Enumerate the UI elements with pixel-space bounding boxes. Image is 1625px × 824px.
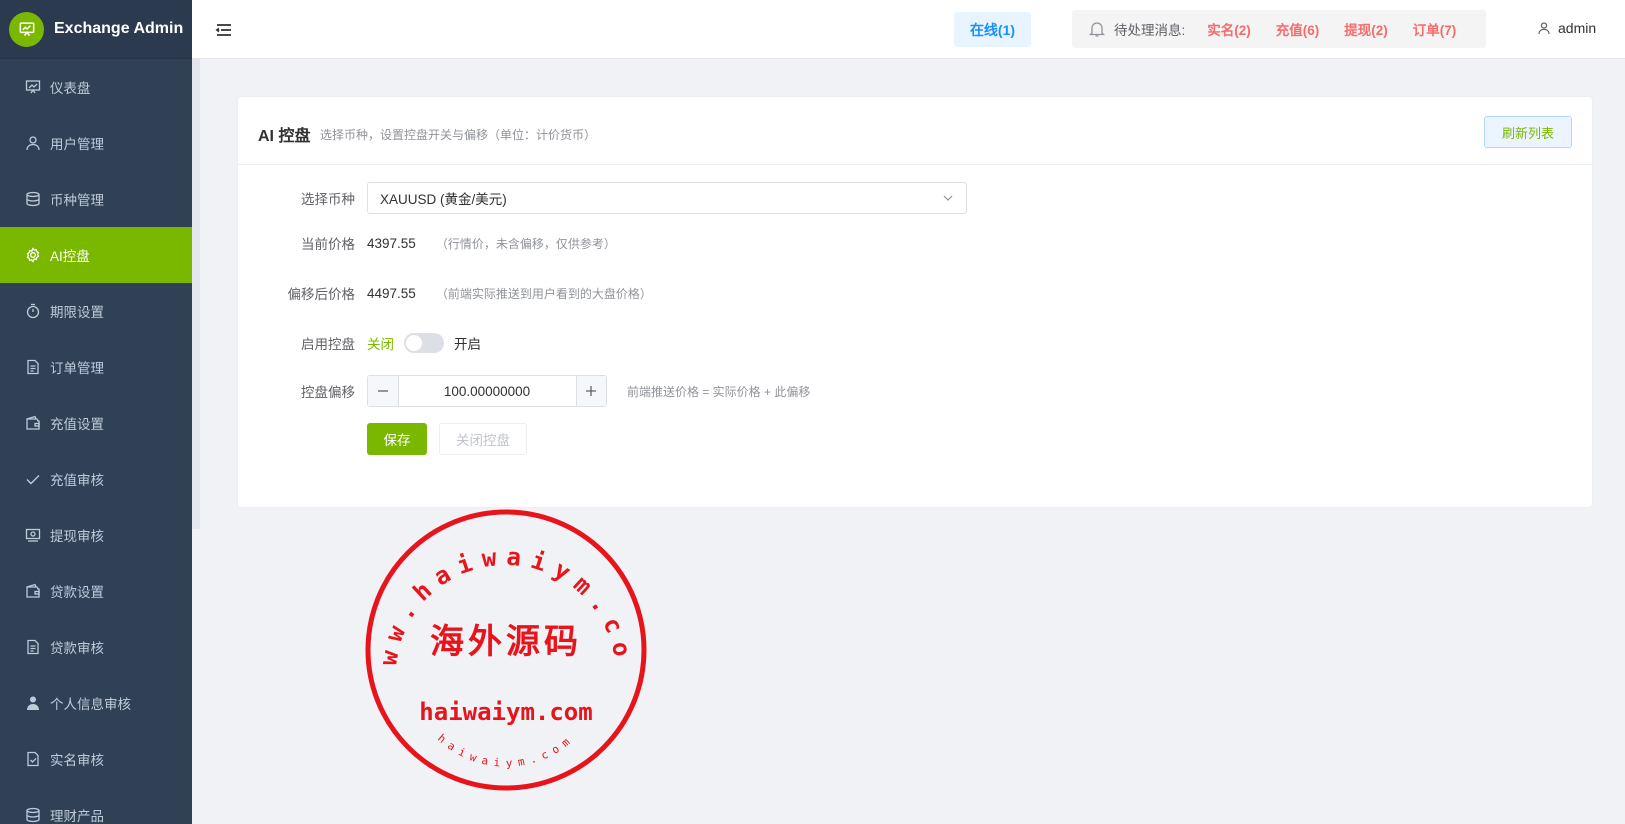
sidebar-item-loan-settings[interactable]: 贷款设置 (0, 563, 192, 619)
sidebar-item-recharge-review[interactable]: 充值审核 (0, 451, 192, 507)
switch-off-label[interactable]: 关闭 (367, 333, 394, 353)
sidebar-item-label: 币种管理 (50, 193, 104, 208)
card-title: AI 控盘 (258, 128, 311, 145)
card-subtitle: 选择币种，设置控盘开关与偏移（单位：计价货币） (320, 128, 597, 142)
offset-price-hint: （前端实际推送到用户看到的大盘价格） (435, 286, 652, 301)
sidebar-item-label: AI控盘 (50, 249, 90, 264)
offset-input[interactable] (398, 376, 576, 406)
sidebar-item-label: 充值设置 (50, 417, 104, 432)
user-menu[interactable]: admin (1537, 20, 1596, 36)
ai-control-card: AI 控盘 选择币种，设置控盘开关与偏移（单位：计价货币） 刷新列表 选择币种 … (237, 96, 1593, 508)
sidebar-item-label: 个人信息审核 (50, 697, 131, 712)
enable-control-row: 启用控盘 关闭 开启 (238, 333, 481, 353)
sidebar: Exchange Admin 仪表盘 用户管理 币种管理 AI控盘 期限设置 订… (0, 0, 192, 824)
sidebar-item-label: 理财产品 (50, 809, 104, 824)
notice-order-link[interactable]: 订单(7) (1413, 19, 1457, 39)
notice-label: 待处理消息: (1114, 23, 1186, 38)
sidebar-item-orders[interactable]: 订单管理 (0, 339, 192, 395)
document-check-icon (24, 750, 42, 768)
current-price-label: 当前价格 (301, 237, 355, 252)
sidebar-item-ai-control[interactable]: AI控盘 (0, 227, 192, 283)
sidebar-item-period-settings[interactable]: 期限设置 (0, 283, 192, 339)
sidebar-item-recharge-settings[interactable]: 充值设置 (0, 395, 192, 451)
save-button[interactable]: 保存 (367, 423, 427, 455)
notice-realname-link[interactable]: 实名(2) (1207, 19, 1251, 39)
offset-price-label: 偏移后价格 (287, 287, 356, 302)
database-icon (24, 806, 42, 824)
chart-icon (24, 78, 42, 96)
sidebar-item-coins[interactable]: 币种管理 (0, 171, 192, 227)
sidebar-item-label: 订单管理 (50, 361, 104, 376)
chevron-down-icon (942, 192, 954, 204)
user-icon (24, 134, 42, 152)
sidebar-item-label: 充值审核 (50, 473, 104, 488)
database-icon (24, 190, 42, 208)
offset-formula-hint: 前端推送价格 = 实际价格 + 此偏移 (627, 384, 811, 399)
person-icon (24, 694, 42, 712)
top-header: 在线(1) 待处理消息: 实名(2) 充值(6) 提现(2) 订单(7) adm… (192, 0, 1625, 59)
sidebar-item-profile-review[interactable]: 个人信息审核 (0, 675, 192, 731)
coin-select[interactable]: XAUUSD (黄金/美元) (367, 182, 967, 214)
sidebar-item-loan-review[interactable]: 贷款审核 (0, 619, 192, 675)
sidebar-item-label: 贷款审核 (50, 641, 104, 656)
gear-icon (24, 246, 42, 264)
card-header: AI 控盘 选择币种，设置控盘开关与偏移（单位：计价货币） 刷新列表 (238, 97, 1592, 165)
stamp-center-text: 海外源码 (430, 622, 582, 662)
refresh-list-button[interactable]: 刷新列表 (1484, 116, 1572, 148)
coin-select-label: 选择币种 (301, 192, 355, 207)
coin-select-value: XAUUSD (黄金/美元) (380, 192, 507, 207)
switch-knob (406, 335, 422, 351)
notice-recharge-link[interactable]: 充值(6) (1276, 19, 1320, 39)
pending-notice-bar: 待处理消息: 实名(2) 充值(6) 提现(2) 订单(7) (1072, 10, 1486, 48)
stamp-inner-ring-text: haiwaiym.com (435, 732, 577, 770)
decrement-button[interactable] (368, 376, 399, 406)
enable-control-label: 启用控盘 (301, 337, 355, 352)
app-title: Exchange Admin (54, 20, 184, 37)
sidebar-item-label: 提现审核 (50, 529, 104, 544)
current-price-value: 4397.55 (367, 235, 416, 251)
offset-price-value: 4497.55 (367, 285, 416, 301)
sidebar-item-label: 贷款设置 (50, 585, 104, 600)
sidebar-item-users[interactable]: 用户管理 (0, 115, 192, 171)
money-icon (24, 526, 42, 544)
hamburger-menu-icon[interactable] (214, 20, 234, 40)
action-buttons-row: 保存 关闭控盘 (367, 423, 527, 455)
sidebar-item-label: 仪表盘 (50, 81, 91, 96)
user-icon (1537, 21, 1551, 35)
sidebar-item-label: 用户管理 (50, 137, 104, 152)
switch-on-label[interactable]: 开启 (454, 333, 481, 353)
control-offset-row: 控盘偏移 前端推送价格 = 实际价格 + 此偏移 (238, 375, 810, 407)
wallet-icon (24, 582, 42, 600)
sidebar-item-label: 期限设置 (50, 305, 104, 320)
control-offset-label: 控盘偏移 (301, 385, 355, 400)
wallet-icon (24, 414, 42, 432)
enable-control-switch[interactable] (404, 333, 444, 353)
document-icon (24, 358, 42, 376)
online-count-badge[interactable]: 在线(1) (954, 12, 1031, 47)
watermark-stamp: www.haiwaiym.com 海外源码 haiwaiym.com haiwa… (363, 507, 647, 791)
current-price-hint: （行情价，未含偏移，仅供参考） (435, 236, 616, 251)
sidebar-item-realname-review[interactable]: 实名审核 (0, 731, 192, 787)
logo-area[interactable]: Exchange Admin (0, 0, 192, 59)
close-control-button[interactable]: 关闭控盘 (439, 423, 527, 455)
check-icon (24, 470, 42, 488)
sidebar-scrollbar[interactable] (192, 59, 200, 529)
sidebar-item-label: 实名审核 (50, 753, 104, 768)
coin-select-row: 选择币种 XAUUSD (黄金/美元) (238, 182, 967, 214)
stamp-line-text: haiwaiym.com (419, 698, 592, 726)
document-icon (24, 638, 42, 656)
logo-icon (9, 11, 44, 47)
offset-stepper (367, 375, 607, 407)
current-price-row: 当前价格 4397.55 （行情价，未含偏移，仅供参考） (238, 233, 616, 253)
offset-price-row: 偏移后价格 4497.55 （前端实际推送到用户看到的大盘价格） (238, 283, 652, 303)
increment-button[interactable] (575, 376, 606, 406)
sidebar-item-wealth-products[interactable]: 理财产品 (0, 787, 192, 824)
notice-withdraw-link[interactable]: 提现(2) (1344, 19, 1388, 39)
stopwatch-icon (24, 302, 42, 320)
sidebar-item-withdraw-review[interactable]: 提现审核 (0, 507, 192, 563)
sidebar-item-dashboard[interactable]: 仪表盘 (0, 59, 192, 115)
username: admin (1558, 20, 1597, 36)
bell-icon (1088, 20, 1106, 38)
